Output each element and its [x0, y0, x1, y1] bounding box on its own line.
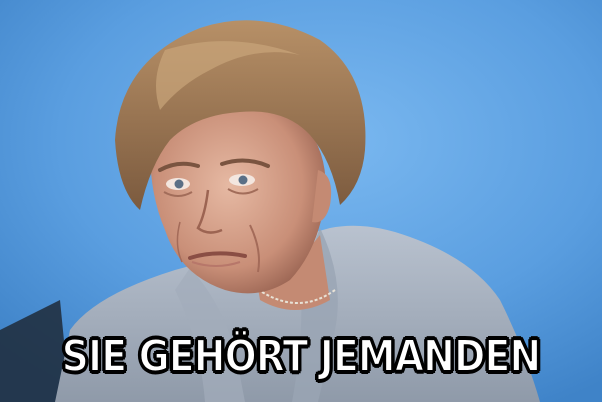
left-iris: [174, 179, 184, 189]
right-iris: [238, 175, 248, 185]
meme-image: SIE GEHÖRT JEMANDEN: [0, 0, 602, 402]
meme-caption: SIE GEHÖRT JEMANDEN: [61, 331, 542, 383]
